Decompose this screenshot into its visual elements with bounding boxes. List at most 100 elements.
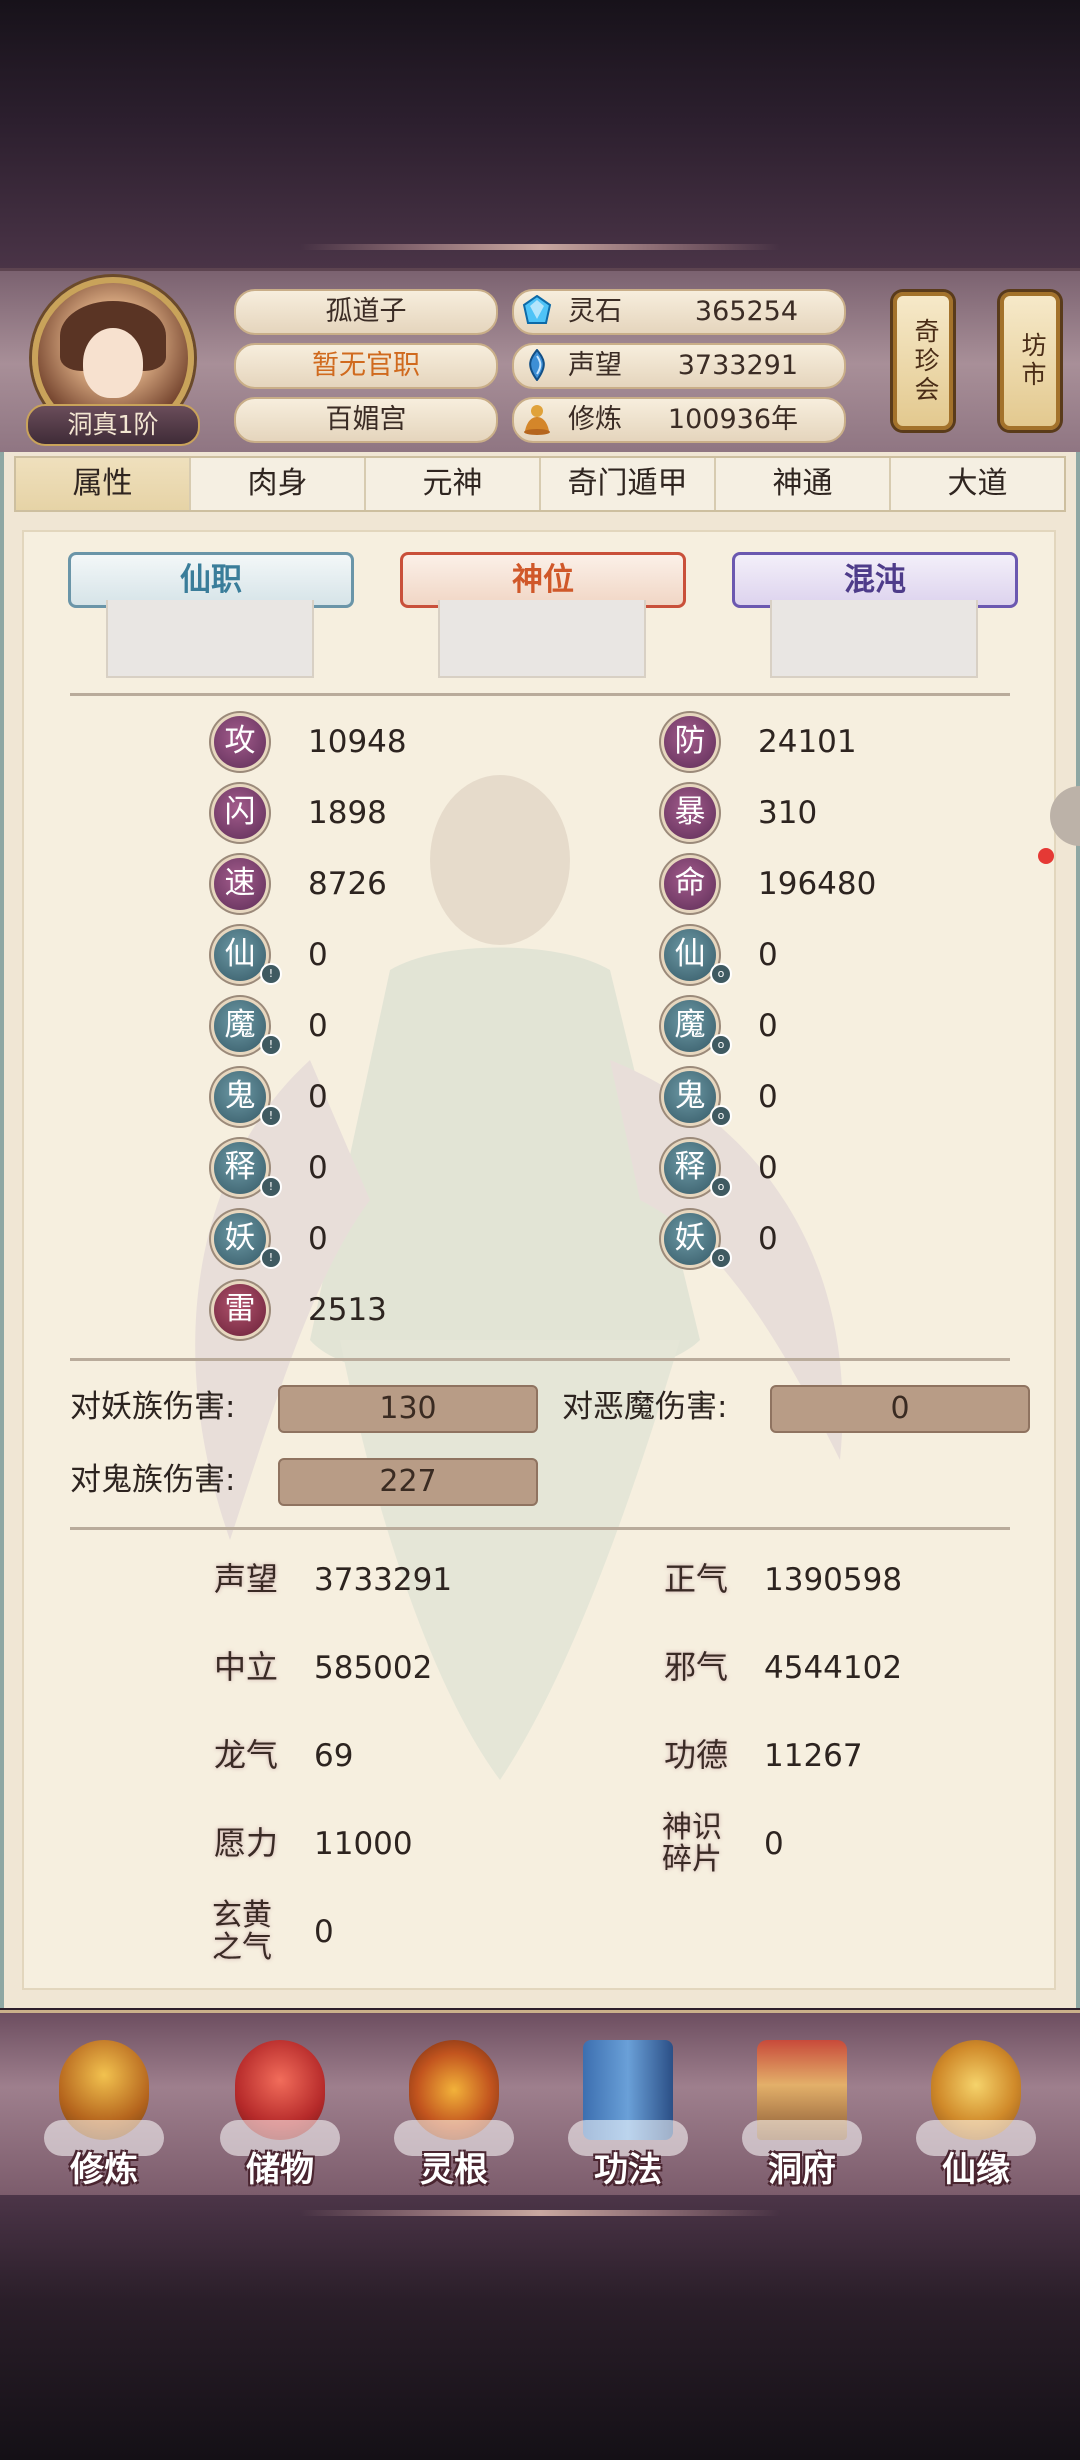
demon-defense-icon: 魔 xyxy=(664,1000,716,1052)
spirit-stone-resource: 灵石 365254 xyxy=(512,289,846,335)
treasure-auction-button[interactable]: 奇珍会 xyxy=(893,292,953,430)
immortal-defense-icon: 仙 xyxy=(664,929,716,981)
ghost-attack-icon: 鬼 xyxy=(214,1071,266,1123)
demon-attack-icon: 魔 xyxy=(214,1000,266,1052)
wish-power-value: 11000 xyxy=(314,1826,413,1862)
resource-value: 3733291 xyxy=(677,350,798,381)
buddha-defense-value: 0 xyxy=(758,1150,778,1186)
critical-value: 310 xyxy=(758,795,818,831)
immortal-attack-value: 0 xyxy=(308,937,328,973)
player-sect: 百媚宫 xyxy=(234,397,498,443)
nav-storage[interactable]: 储物 xyxy=(210,2030,350,2190)
tab-body[interactable]: 肉身 xyxy=(191,458,366,510)
attack-value: 10948 xyxy=(308,724,407,760)
defense-value: 24101 xyxy=(758,724,857,760)
shield-dot-icon: o xyxy=(710,1176,732,1198)
evil-label: 邪气 xyxy=(663,1648,728,1686)
monster-defense-icon: 妖 xyxy=(664,1213,716,1265)
tab-great-dao[interactable]: 大道 xyxy=(891,458,1064,510)
vs-evil-demon-label: 对恶魔伤害: xyxy=(562,1389,728,1425)
attack-icon: 攻 xyxy=(214,716,266,768)
bottom-ornament xyxy=(300,2210,780,2216)
resource-value: 100936年 xyxy=(667,404,798,435)
top-background xyxy=(0,0,1080,270)
speed-value: 8726 xyxy=(308,866,387,902)
nav-spirit-root[interactable]: 灵根 xyxy=(384,2030,524,2190)
monster-attack-value: 0 xyxy=(308,1221,328,1257)
righteous-value: 1390598 xyxy=(764,1562,903,1598)
buddha-defense-icon: 释 xyxy=(664,1142,716,1194)
tab-attributes[interactable]: 属性 xyxy=(16,458,191,510)
evasion-icon: 闪 xyxy=(214,787,266,839)
info-dot-icon: ! xyxy=(260,1247,282,1269)
nav-label: 洞府 xyxy=(768,2150,836,2190)
official-position: 暂无官职 xyxy=(234,343,498,389)
tab-divine-powers[interactable]: 神通 xyxy=(716,458,891,510)
nav-fate[interactable]: 仙缘 xyxy=(906,2030,1046,2190)
dragon-qi-value: 69 xyxy=(314,1738,354,1774)
top-ornament xyxy=(300,244,780,250)
divider-top xyxy=(70,693,1010,696)
dragon-qi-label: 龙气 xyxy=(213,1736,278,1774)
nav-cave-abode[interactable]: 洞府 xyxy=(732,2030,872,2190)
tab-qimen-dunjia[interactable]: 奇门遁甲 xyxy=(541,458,716,510)
reputation-value: 3733291 xyxy=(314,1562,453,1598)
shield-dot-icon: o xyxy=(710,1034,732,1056)
buddha-attack-value: 0 xyxy=(308,1150,328,1186)
spirit-stone-icon xyxy=(522,295,552,324)
nav-label: 储物 xyxy=(246,2150,314,2190)
vs-demon-race-label: 对妖族伤害: xyxy=(70,1389,236,1425)
realm-rank-badge: 洞真1阶 xyxy=(26,404,200,446)
info-dot-icon: ! xyxy=(260,1105,282,1127)
nav-label: 修炼 xyxy=(70,2150,138,2190)
tab-spirit[interactable]: 元神 xyxy=(366,458,541,510)
nav-label: 功法 xyxy=(594,2150,662,2190)
divine-rank-slot[interactable] xyxy=(438,600,646,678)
immortal-defense-value: 0 xyxy=(758,937,778,973)
cultivation-resource: 修炼 100936年 xyxy=(512,397,846,443)
vs-ghost-race-value: 227 xyxy=(278,1458,538,1506)
demon-attack-value: 0 xyxy=(308,1008,328,1044)
divider-lower xyxy=(70,1527,1010,1530)
official-rank-slot[interactable] xyxy=(106,600,314,678)
info-dot-icon: ! xyxy=(260,963,282,985)
ghost-defense-value: 0 xyxy=(758,1079,778,1115)
buddha-attack-icon: 释 xyxy=(214,1142,266,1194)
player-name: 孤道子 xyxy=(234,289,498,335)
reputation-icon xyxy=(529,349,545,381)
resource-label: 声望 xyxy=(568,350,622,381)
merit-value: 11267 xyxy=(764,1738,863,1774)
tab-bar: 属性 肉身 元神 奇门遁甲 神通 大道 xyxy=(14,456,1066,512)
monster-attack-icon: 妖 xyxy=(214,1213,266,1265)
immortal-attack-icon: 仙 xyxy=(214,929,266,981)
health-icon: 命 xyxy=(664,858,716,910)
evil-value: 4544102 xyxy=(764,1650,903,1686)
nav-techniques[interactable]: 功法 xyxy=(558,2030,698,2190)
defense-icon: 防 xyxy=(664,716,716,768)
soul-shard-value: 0 xyxy=(764,1826,784,1862)
righteous-label: 正气 xyxy=(663,1560,728,1598)
divider-middle xyxy=(70,1358,1010,1361)
reputation-resource: 声望 3733291 xyxy=(512,343,846,389)
ghost-attack-value: 0 xyxy=(308,1079,328,1115)
avatar-face xyxy=(83,328,143,398)
ghost-defense-icon: 鬼 xyxy=(664,1071,716,1123)
cultivation-icon xyxy=(524,405,550,435)
bottom-background xyxy=(0,2195,1080,2460)
xuanhuang-qi-label: 玄黄之气 xyxy=(212,1898,272,1965)
shield-dot-icon: o xyxy=(710,1105,732,1127)
thunder-value: 2513 xyxy=(308,1292,387,1328)
shield-dot-icon: o xyxy=(710,963,732,985)
vs-ghost-race-label: 对鬼族伤害: xyxy=(70,1462,236,1498)
merit-label: 功德 xyxy=(663,1736,728,1774)
nav-cultivate[interactable]: 修炼 xyxy=(34,2030,174,2190)
resource-value: 365254 xyxy=(694,296,798,327)
vs-demon-race-value: 130 xyxy=(278,1385,538,1433)
monster-defense-value: 0 xyxy=(758,1221,778,1257)
critical-icon: 暴 xyxy=(664,787,716,839)
health-value: 196480 xyxy=(758,866,877,902)
market-button[interactable]: 坊市 xyxy=(1000,292,1060,430)
info-dot-icon: ! xyxy=(260,1034,282,1056)
chaos-rank-slot[interactable] xyxy=(770,600,978,678)
resource-label: 灵石 xyxy=(568,296,622,327)
